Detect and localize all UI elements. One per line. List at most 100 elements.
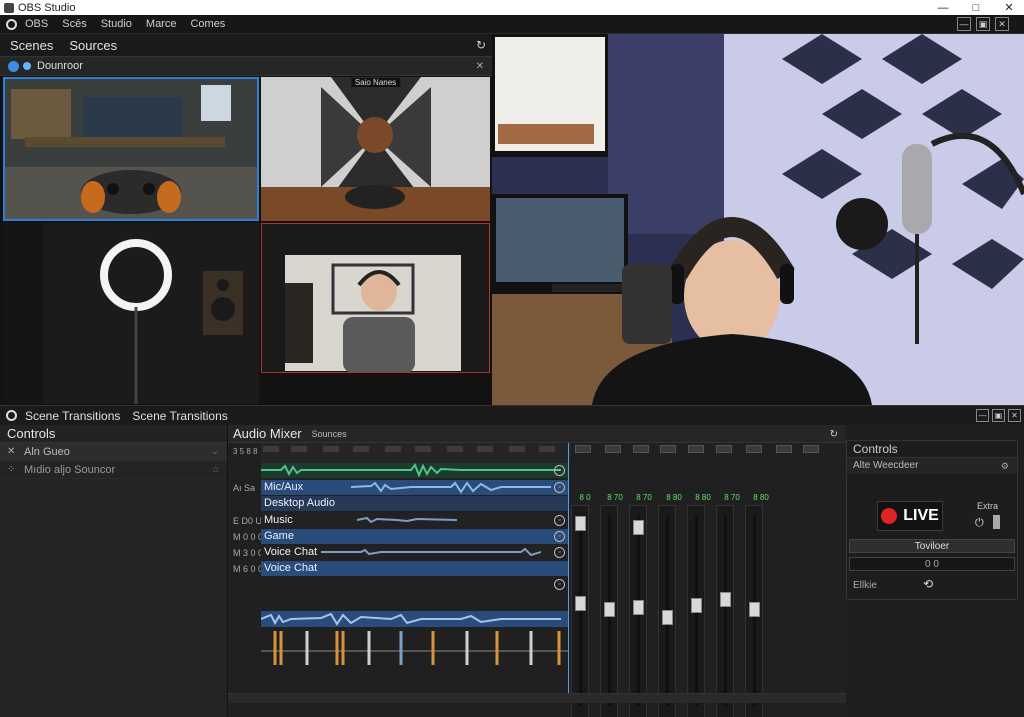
- control-row-label: Mıdio aljo Souncor: [24, 463, 116, 476]
- track-row-desktop[interactable]: Desktop Audio: [261, 496, 569, 511]
- menu-item-studio[interactable]: Studio: [101, 18, 132, 30]
- scene-collection-bar: Dounroor ✕: [0, 56, 492, 76]
- scene-collection-label: Dounroor: [37, 60, 83, 72]
- maximize-button[interactable]: □: [961, 0, 991, 15]
- channel-fader[interactable]: [745, 505, 763, 717]
- controls-right-sub[interactable]: Alte Weecdeer ⚙: [847, 458, 1017, 474]
- track-end-icon[interactable]: ◦: [554, 482, 565, 493]
- menu-item-obs[interactable]: OBS: [25, 18, 48, 30]
- dock-minimize-button[interactable]: —: [957, 17, 971, 31]
- track-end-icon[interactable]: ◦: [554, 579, 565, 590]
- tab-sources[interactable]: Sources: [69, 38, 117, 53]
- scene-thumb-ringlight-image: [3, 223, 259, 404]
- live-button[interactable]: LIVE: [877, 501, 943, 531]
- track-label: Voice Chat: [264, 546, 318, 558]
- track-row-music[interactable]: Music: [261, 513, 569, 528]
- refresh-icon[interactable]: ↻: [476, 38, 486, 52]
- scene-thumb-ringlight[interactable]: [3, 223, 259, 404]
- timeline-ruler: [261, 443, 571, 463]
- channel-fader[interactable]: [658, 505, 676, 717]
- fader-knob[interactable]: [749, 602, 760, 617]
- media-source-icon: ⁘: [7, 464, 16, 475]
- dock-float-button[interactable]: ▣: [976, 17, 990, 31]
- channel-fader[interactable]: [571, 505, 589, 717]
- waveform: [357, 516, 457, 524]
- fader-knob[interactable]: [720, 592, 731, 607]
- scenes-tabs: Scenes Sources ↻: [0, 34, 492, 56]
- time-field[interactable]: 0 0: [849, 557, 1015, 571]
- window-title: OBS Studio: [18, 1, 76, 14]
- fader-knob[interactable]: [662, 610, 673, 625]
- scene-thumb-gaming[interactable]: [3, 77, 259, 221]
- channel-value: 8 80: [695, 493, 711, 502]
- fader-knob[interactable]: [604, 602, 615, 617]
- expand-icon[interactable]: ↻: [830, 429, 838, 440]
- program-preview[interactable]: [492, 34, 1024, 405]
- waveform: [351, 481, 551, 494]
- settings-icon[interactable]: ⚙: [1001, 458, 1009, 474]
- fader-knob[interactable]: [633, 520, 644, 535]
- playhead[interactable]: [568, 443, 569, 693]
- track-number: Aı Sa: [233, 483, 256, 493]
- track-end-icon[interactable]: ◦: [554, 515, 565, 526]
- chevron-down-icon[interactable]: ⌄: [211, 446, 219, 457]
- mixer-title: Audio Mixer: [233, 426, 302, 441]
- gear-icon[interactable]: [6, 410, 17, 421]
- track-label: Game: [264, 530, 294, 542]
- track-number: M 0 0 0: [233, 532, 264, 542]
- mixer-scrollbar[interactable]: [228, 693, 846, 703]
- track-row-voice[interactable]: Voice Chat: [261, 545, 569, 560]
- channel-fader[interactable]: [687, 505, 705, 717]
- dock-title-transitions[interactable]: Scene Transitions: [25, 409, 120, 423]
- scenes-panel: Scenes Sources ↻ Dounroor ✕ Saio Nanes: [0, 34, 492, 405]
- track-row-waveform[interactable]: [261, 611, 569, 627]
- bottom-dock-close-button[interactable]: ✕: [1008, 409, 1021, 422]
- dock-title-transitions-2[interactable]: Scene Transitions: [132, 409, 227, 423]
- menu-item-scenes[interactable]: Scēs: [62, 18, 86, 30]
- track-row-mic[interactable]: Mic/Aux: [261, 480, 569, 495]
- bottom-dock-float-button[interactable]: ▣: [992, 409, 1005, 422]
- menu-item-comes[interactable]: Comes: [190, 18, 225, 30]
- sync-icon[interactable]: ⟲: [923, 577, 933, 591]
- lock-icon[interactable]: ⌂: [213, 464, 219, 475]
- control-row[interactable]: ✕ Aln Gueo ⌄: [0, 443, 227, 461]
- fader-knob[interactable]: [575, 596, 586, 611]
- track-row-voice-2[interactable]: Voice Chat: [261, 561, 569, 576]
- track-number: M 3 0 0: [233, 548, 264, 558]
- bottom-dock-minimize-button[interactable]: —: [976, 409, 989, 422]
- toggle-button[interactable]: Toviloer: [849, 539, 1015, 553]
- channel-fader[interactable]: [600, 505, 618, 717]
- scene-thumb-streamer[interactable]: [261, 223, 490, 373]
- menu-item-marce[interactable]: Marce: [146, 18, 177, 30]
- ruler-label: 3 5 8 8: [233, 447, 258, 456]
- tab-scenes[interactable]: Scenes: [10, 38, 53, 53]
- control-row[interactable]: ⁘ Mıdio aljo Souncor ⌂: [0, 461, 227, 479]
- fader-knob[interactable]: [691, 598, 702, 613]
- mixer-subtitle: Sounces: [311, 428, 347, 439]
- pin-icon[interactable]: ✕: [476, 61, 484, 72]
- track-row-game[interactable]: Game: [261, 529, 569, 544]
- title-bar: OBS Studio — □ ✕: [0, 0, 1024, 15]
- close-button[interactable]: ✕: [994, 0, 1024, 15]
- channel-value: 8 70: [607, 493, 623, 502]
- scene-thumb-studio[interactable]: Saio Nanes: [261, 77, 490, 221]
- channel-fader[interactable]: [629, 505, 647, 717]
- channel-top-icon: [716, 445, 732, 453]
- volume-meter: [724, 516, 727, 706]
- track-end-icon[interactable]: ◦: [554, 465, 565, 476]
- dock-close-button[interactable]: ✕: [995, 17, 1009, 31]
- track-end-icon[interactable]: ◦: [554, 531, 565, 542]
- track-end-icon[interactable]: ◦: [554, 547, 565, 558]
- channel-value: 8 70: [636, 493, 652, 502]
- waveform: [261, 463, 561, 478]
- channel-top-icon: [688, 445, 704, 453]
- power-icon[interactable]: ⏻: [975, 517, 984, 530]
- channel-fader[interactable]: [716, 505, 734, 717]
- track-label: Mic/Aux: [264, 481, 304, 493]
- channel-value: 8 80: [753, 493, 769, 502]
- minimize-button[interactable]: —: [928, 0, 958, 15]
- toggle-switch[interactable]: [993, 515, 1000, 529]
- track-row-master[interactable]: [261, 463, 569, 478]
- fader-knob[interactable]: [575, 516, 586, 531]
- fader-knob[interactable]: [633, 600, 644, 615]
